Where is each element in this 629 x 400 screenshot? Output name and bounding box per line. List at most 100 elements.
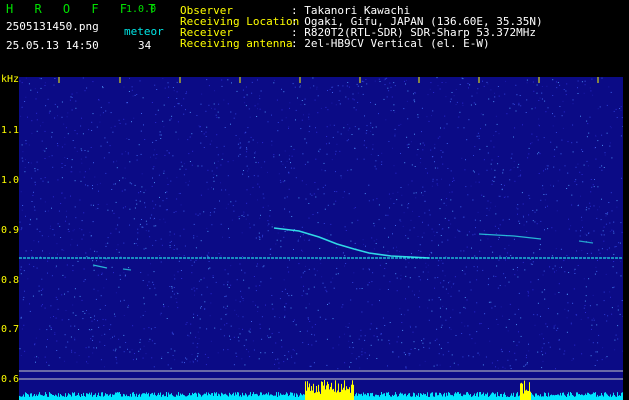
noise-pixel bbox=[404, 314, 406, 316]
noise-pixel bbox=[121, 190, 123, 192]
level-bar bbox=[341, 383, 342, 400]
level-bar bbox=[79, 395, 80, 400]
noise-pixel bbox=[153, 284, 155, 286]
noise-pixel bbox=[119, 346, 121, 348]
noise-pixel bbox=[271, 303, 273, 305]
noise-pixel bbox=[83, 234, 85, 236]
noise-pixel bbox=[72, 312, 74, 314]
noise-pixel bbox=[275, 243, 277, 245]
noise-pixel bbox=[533, 252, 535, 254]
noise-pixel bbox=[198, 125, 200, 127]
noise-pixel bbox=[36, 267, 38, 269]
level-bar bbox=[219, 394, 220, 400]
noise-pixel bbox=[347, 139, 349, 141]
noise-pixel bbox=[441, 241, 443, 243]
noise-pixel bbox=[70, 96, 72, 98]
level-bar bbox=[342, 389, 343, 400]
noise-pixel bbox=[163, 218, 165, 220]
noise-pixel bbox=[216, 116, 218, 118]
noise-pixel bbox=[45, 105, 47, 107]
noise-pixel bbox=[452, 210, 454, 212]
noise-pixel bbox=[604, 314, 606, 316]
noise-pixel bbox=[72, 230, 74, 232]
level-bar bbox=[142, 393, 143, 400]
noise-pixel bbox=[451, 92, 453, 93]
noise-pixel bbox=[365, 79, 367, 80]
noise-pixel bbox=[366, 125, 368, 127]
noise-pixel bbox=[423, 338, 425, 340]
noise-pixel bbox=[181, 361, 183, 363]
level-bar bbox=[414, 393, 415, 400]
noise-pixel bbox=[131, 121, 132, 123]
noise-pixel bbox=[314, 274, 316, 276]
level-bar bbox=[615, 396, 616, 400]
noise-pixel bbox=[414, 101, 416, 103]
noise-pixel bbox=[153, 218, 155, 220]
noise-pixel bbox=[103, 287, 105, 289]
noise-pixel bbox=[20, 355, 22, 356]
noise-pixel bbox=[88, 129, 90, 131]
noise-pixel bbox=[498, 259, 500, 261]
noise-pixel bbox=[327, 109, 329, 111]
noise-pixel bbox=[419, 143, 421, 145]
noise-pixel bbox=[376, 327, 378, 329]
noise-pixel bbox=[232, 160, 234, 162]
level-bar bbox=[322, 381, 323, 400]
noise-pixel bbox=[620, 275, 622, 277]
noise-pixel bbox=[325, 106, 327, 108]
noise-pixel bbox=[585, 295, 587, 297]
noise-pixel bbox=[366, 358, 368, 360]
level-bar bbox=[605, 392, 606, 400]
noise-pixel bbox=[428, 299, 430, 301]
noise-pixel bbox=[270, 277, 272, 279]
noise-pixel bbox=[565, 94, 567, 96]
noise-pixel bbox=[378, 219, 380, 221]
noise-pixel bbox=[300, 85, 301, 87]
noise-pixel bbox=[315, 196, 317, 198]
noise-pixel bbox=[621, 177, 622, 179]
noise-pixel bbox=[621, 117, 623, 119]
noise-pixel bbox=[70, 336, 72, 338]
noise-pixel bbox=[98, 326, 100, 328]
level-bar bbox=[609, 396, 610, 400]
noise-pixel bbox=[543, 194, 545, 195]
noise-pixel bbox=[556, 87, 558, 89]
noise-pixel bbox=[46, 361, 47, 363]
noise-pixel bbox=[227, 175, 229, 177]
noise-pixel bbox=[209, 267, 211, 269]
level-bar bbox=[430, 393, 431, 400]
noise-pixel bbox=[221, 85, 223, 87]
noise-pixel bbox=[442, 354, 444, 356]
level-bar bbox=[115, 392, 116, 400]
noise-pixel bbox=[415, 93, 416, 94]
capture-datetime: 25.05.13 14:50 bbox=[6, 39, 99, 52]
noise-pixel bbox=[537, 139, 539, 141]
level-bar bbox=[62, 396, 63, 400]
level-bar bbox=[136, 393, 137, 400]
noise-pixel bbox=[308, 288, 310, 290]
level-bar bbox=[112, 394, 113, 400]
noise-pixel bbox=[273, 156, 275, 158]
noise-pixel bbox=[432, 178, 434, 180]
noise-pixel bbox=[404, 80, 405, 82]
noise-pixel bbox=[487, 152, 489, 154]
noise-pixel bbox=[145, 353, 147, 355]
noise-pixel bbox=[274, 79, 275, 81]
noise-pixel bbox=[29, 223, 31, 225]
level-bar bbox=[224, 394, 225, 400]
noise-pixel bbox=[572, 103, 574, 105]
noise-pixel bbox=[346, 85, 348, 87]
noise-pixel bbox=[305, 265, 306, 267]
noise-pixel bbox=[264, 111, 266, 113]
noise-pixel bbox=[603, 167, 605, 168]
noise-pixel bbox=[141, 186, 143, 188]
noise-pixel bbox=[276, 239, 278, 241]
noise-pixel bbox=[361, 348, 363, 350]
noise-pixel bbox=[544, 229, 545, 231]
noise-pixel bbox=[22, 160, 24, 162]
noise-pixel bbox=[256, 265, 258, 267]
noise-pixel bbox=[322, 186, 324, 188]
noise-pixel bbox=[588, 339, 590, 341]
noise-pixel bbox=[370, 102, 371, 103]
noise-pixel bbox=[173, 287, 175, 288]
